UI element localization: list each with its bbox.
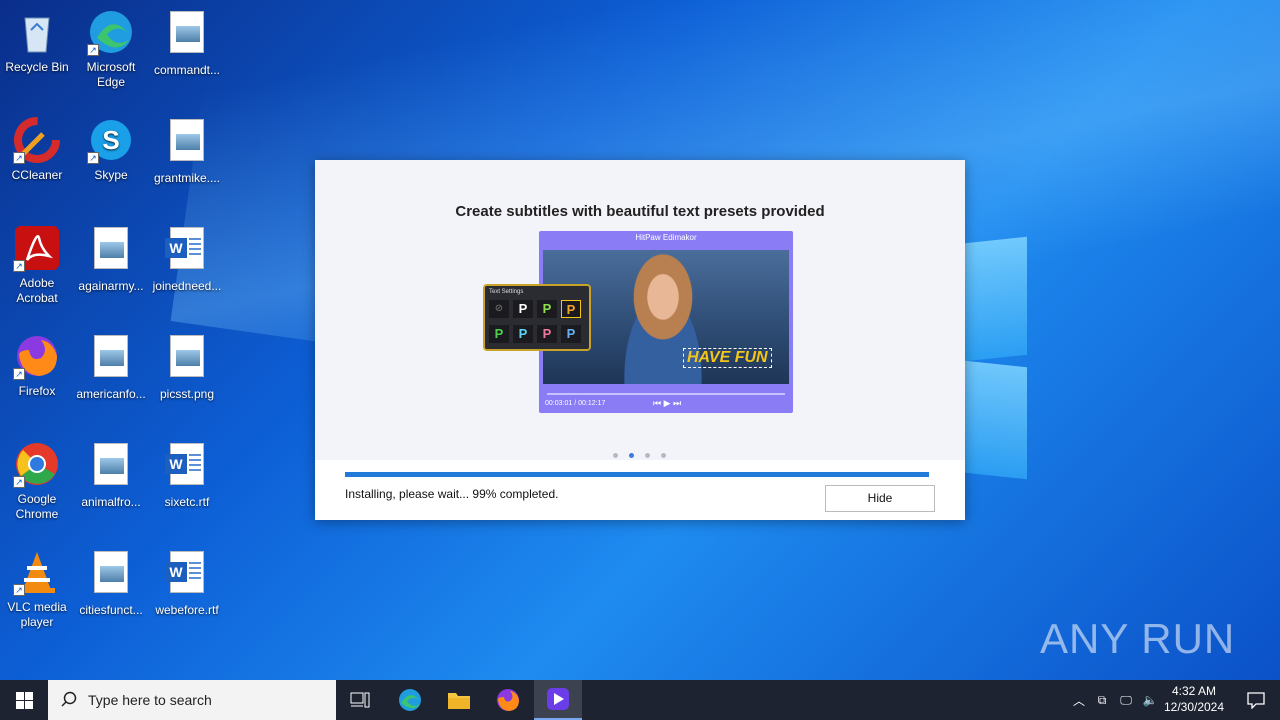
icon-label: americanfo... [76,387,146,401]
taskbar-edge-button[interactable] [386,680,434,720]
preview-caption: HAVE FUN [683,348,772,368]
preview-app-title: HitPaw Edimakor [635,233,697,242]
start-button[interactable] [0,680,48,720]
sixetc-word-icon[interactable]: W sixetc.rtf [150,440,224,510]
watermark-text: ANY RUN [1040,615,1236,662]
install-status-text: Installing, please wait... 99% completed… [345,487,559,501]
preset-tile: P [513,300,533,318]
taskbar: Type here to search ︿ ⧉ 🖵 🔈 4:32 AM 12/3… [0,680,1280,720]
ccleaner-icon[interactable]: ↗ CCleaner [0,116,74,183]
webefore-word-icon[interactable]: W webefore.rtf [150,548,224,618]
icon-label: citiesfunct... [79,603,143,617]
preview-time: 00:03:01 / 00:12:17 [545,400,606,407]
clock-time: 4:32 AM [1171,684,1217,698]
no-style-icon: ⊘ [489,300,509,318]
windows-icon [16,692,24,700]
notification-icon [1247,692,1265,709]
search-icon [61,691,77,707]
icon-label: Google Chrome [15,492,59,521]
taskbar-firefox-button[interactable] [484,680,532,720]
icon-label: joinedneed... [152,279,222,293]
icon-label: Microsoft Edge [86,60,136,89]
icon-label: Recycle Bin [5,60,69,74]
icon-label: grantmike.... [153,171,221,185]
taskbar-search-box[interactable]: Type here to search [48,680,336,720]
display-icon[interactable]: 🖵 [1114,693,1138,708]
americanfo-file-icon[interactable]: americanfo... [74,332,148,402]
grantmike-file-icon[interactable]: grantmike.... [150,116,224,186]
preset-tile: P [537,300,557,318]
google-chrome-icon[interactable]: ↗ Google Chrome [0,440,74,522]
picsst-image-icon[interactable]: picsst.png [150,332,224,402]
installer-window: Create subtitles with beautiful text pre… [315,160,965,520]
carousel-dot[interactable] [613,453,618,458]
icon-label: picsst.png [159,387,215,401]
icon-label: animalfro... [81,495,141,509]
hitpaw-edimakor-icon [547,688,569,710]
againarmy-file-icon[interactable]: againarmy... [74,224,148,294]
chevron-up-icon[interactable]: ︿ [1068,692,1090,709]
play-icon: ⏮ ▶ ⏭ [653,398,682,408]
preview-controls: 00:03:01 / 00:12:17 ⏮ ▶ ⏭ [543,391,789,411]
commandt-file-icon[interactable]: commandt... [150,8,224,78]
folder-icon [448,693,470,709]
icon-label: Firefox [18,384,56,398]
text-settings-label: Text Settings [489,289,524,295]
network-icon[interactable]: ⧉ [1090,693,1114,708]
notification-button[interactable] [1232,680,1280,720]
carousel-dot[interactable] [661,453,666,458]
firefox-icon[interactable]: ↗ Firefox [0,332,74,399]
preset-tile: P [537,325,557,343]
joinedneed-word-icon[interactable]: W joinedneed... [150,224,224,294]
anyrun-watermark: ANY RUN [1040,615,1235,663]
clock-date: 12/30/2024 [1163,700,1225,714]
icon-label: webefore.rtf [155,603,219,617]
recycle-bin-icon[interactable]: Recycle Bin [0,8,74,75]
preset-tile: P [561,325,581,343]
hide-button[interactable]: Hide [825,485,935,512]
system-tray: ︿ ⧉ 🖵 🔈 [1068,680,1162,720]
citiesfunct-file-icon[interactable]: citiesfunct... [74,548,148,618]
icon-label: sixetc.rtf [164,495,210,509]
icon-label: VLC media player [7,600,67,629]
preset-tile: P [561,300,581,318]
task-view-button[interactable] [336,680,384,720]
text-settings-panel: Text Settings ⊘ P P P P P P P [483,284,591,351]
feature-slide: Create subtitles with beautiful text pre… [315,160,965,460]
svg-text:S: S [102,125,119,155]
firefox-icon [497,689,519,711]
carousel-dot[interactable] [645,453,650,458]
microsoft-edge-icon[interactable]: ↗ Microsoft Edge [74,8,148,90]
search-placeholder: Type here to search [88,692,212,708]
install-progress-bar [345,472,929,477]
taskbar-file-explorer-button[interactable] [435,680,483,720]
taskbar-installer-button[interactable] [534,680,582,720]
vlc-media-player-icon[interactable]: ↗ VLC media player [0,548,74,630]
preset-tile: P [489,325,509,343]
icon-label: Adobe Acrobat [16,276,58,305]
carousel-dots [613,445,677,463]
edge-icon [399,689,421,711]
skype-icon[interactable]: S ↗ Skype [74,116,148,183]
icon-label: againarmy... [78,279,144,293]
preset-tile: P [513,325,533,343]
carousel-dot-active[interactable] [629,453,634,458]
slide-title: Create subtitles with beautiful text pre… [455,203,825,220]
icon-label: CCleaner [11,168,63,182]
task-view-icon [350,692,370,708]
animalfro-file-icon[interactable]: animalfro... [74,440,148,510]
clock[interactable]: 4:32 AM 12/30/2024 [1158,683,1230,715]
adobe-acrobat-icon[interactable]: ↗ Adobe Acrobat [0,224,74,306]
icon-label: Skype [94,168,128,182]
icon-label: commandt... [153,63,221,77]
